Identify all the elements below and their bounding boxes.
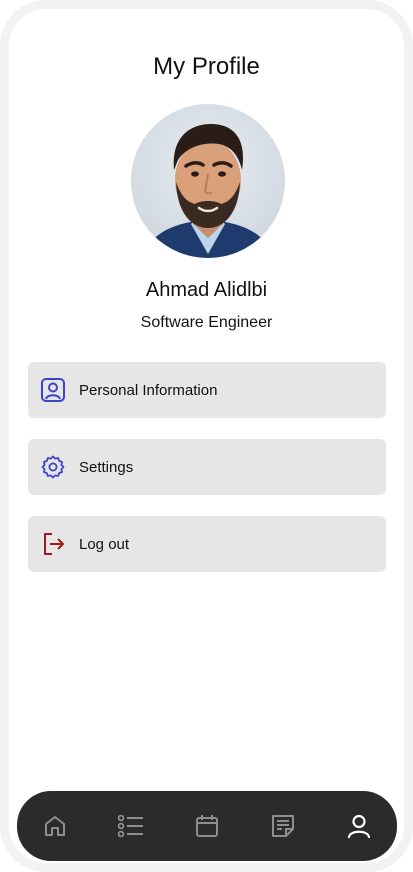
- home-icon: [45, 816, 65, 836]
- tab-list[interactable]: [111, 806, 151, 846]
- logout-button[interactable]: Log out: [28, 516, 386, 572]
- personal-information-button[interactable]: Personal Information: [28, 362, 386, 418]
- bottom-tab-bar: [17, 791, 397, 861]
- calendar-icon: [196, 815, 218, 837]
- user-icon: [347, 814, 371, 839]
- tab-notes[interactable]: [263, 806, 303, 846]
- tab-home[interactable]: [35, 806, 75, 846]
- profile-role: Software Engineer: [140, 314, 273, 331]
- tab-profile[interactable]: [339, 806, 379, 846]
- list-icon: [117, 814, 143, 838]
- phone-frame: My Profile Ahmad Alidlbi Software Engine…: [0, 0, 413, 872]
- user-card-icon: [39, 376, 67, 404]
- notes-icon: [272, 815, 294, 837]
- logout-label: Log out: [79, 535, 130, 553]
- personal-information-label: Personal Information: [79, 381, 218, 399]
- settings-label: Settings: [79, 458, 134, 476]
- tab-calendar[interactable]: [187, 806, 227, 846]
- avatar: [131, 104, 285, 258]
- avatar-portrait-illustration: [141, 124, 275, 258]
- settings-button[interactable]: Settings: [28, 439, 386, 495]
- profile-name: Ahmad Alidlbi: [145, 279, 268, 301]
- page-title: My Profile: [153, 53, 260, 80]
- gear-icon: [39, 453, 67, 481]
- logout-icon: [39, 530, 67, 558]
